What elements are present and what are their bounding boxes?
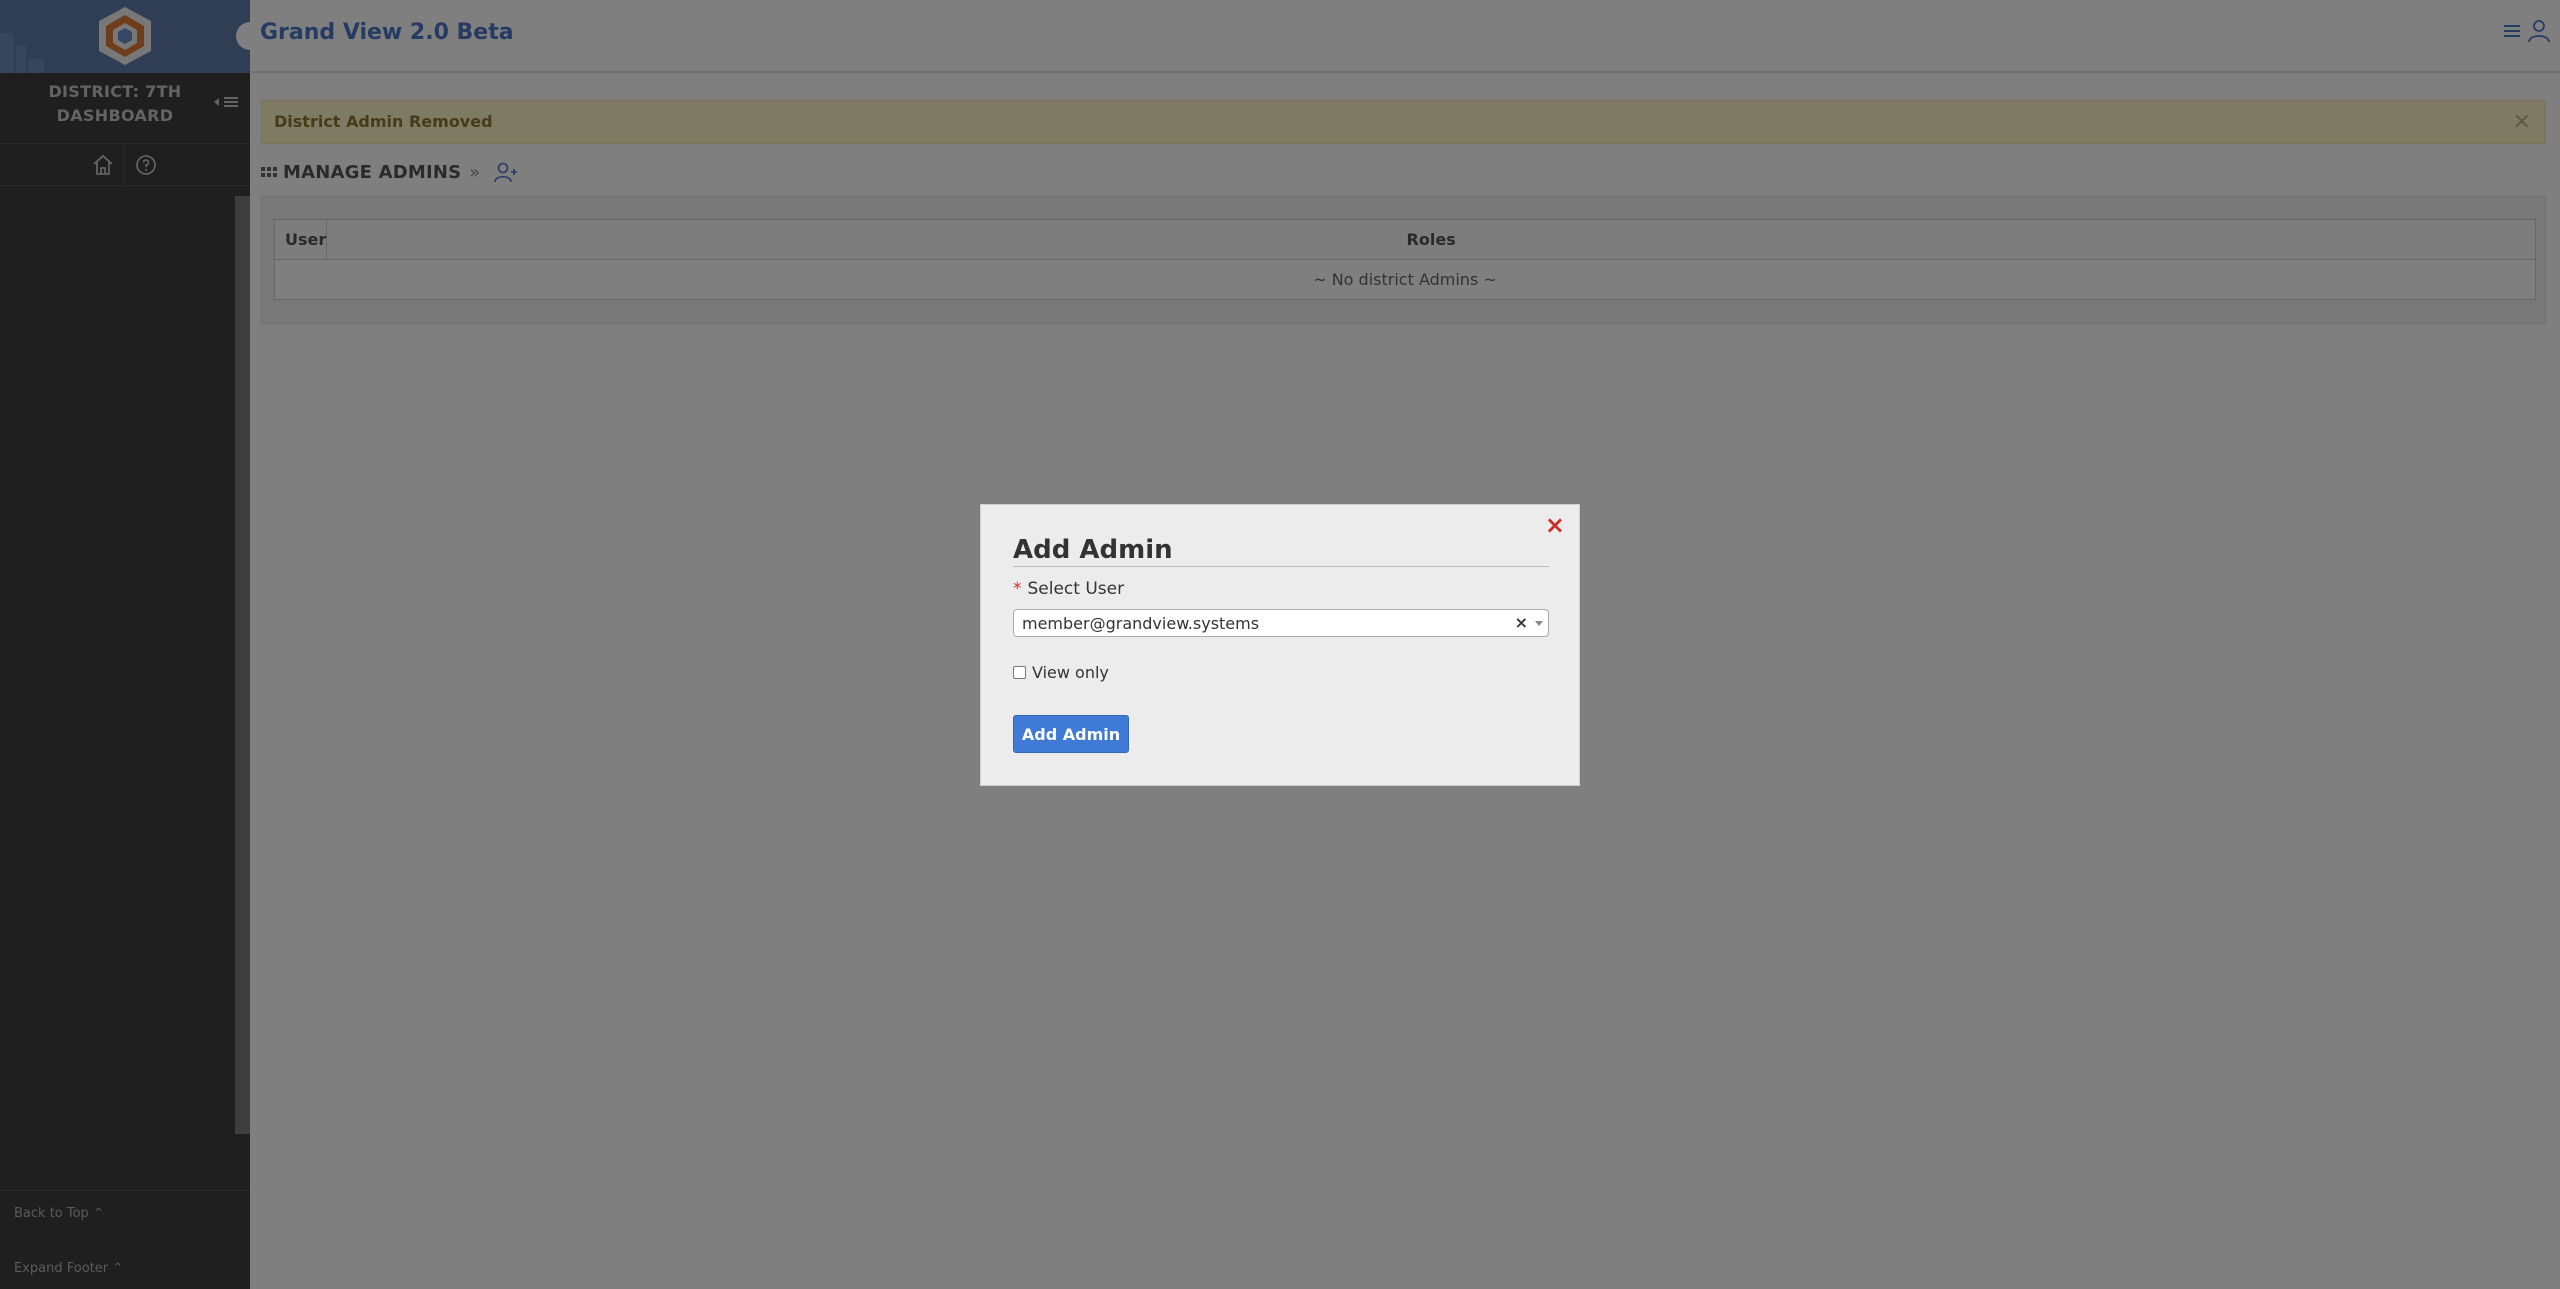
clear-selection-icon[interactable]: × xyxy=(1515,613,1528,632)
select-user-label-text: Select User xyxy=(1027,579,1125,599)
select-user-label: * Select User xyxy=(1013,579,1124,599)
view-only-label[interactable]: View only xyxy=(1032,663,1109,682)
view-only-checkbox[interactable] xyxy=(1013,666,1026,679)
chevron-down-icon[interactable] xyxy=(1535,621,1543,626)
add-admin-modal: × Add Admin * Select User member@grandvie… xyxy=(980,504,1580,786)
required-marker: * xyxy=(1013,579,1022,599)
view-only-option: View only xyxy=(1013,663,1109,682)
add-admin-button[interactable]: Add Admin xyxy=(1013,715,1129,753)
modal-title: Add Admin xyxy=(1013,535,1549,567)
selected-user-value: member@grandview.systems xyxy=(1022,614,1260,633)
select-user-dropdown[interactable]: member@grandview.systems × xyxy=(1013,609,1549,637)
